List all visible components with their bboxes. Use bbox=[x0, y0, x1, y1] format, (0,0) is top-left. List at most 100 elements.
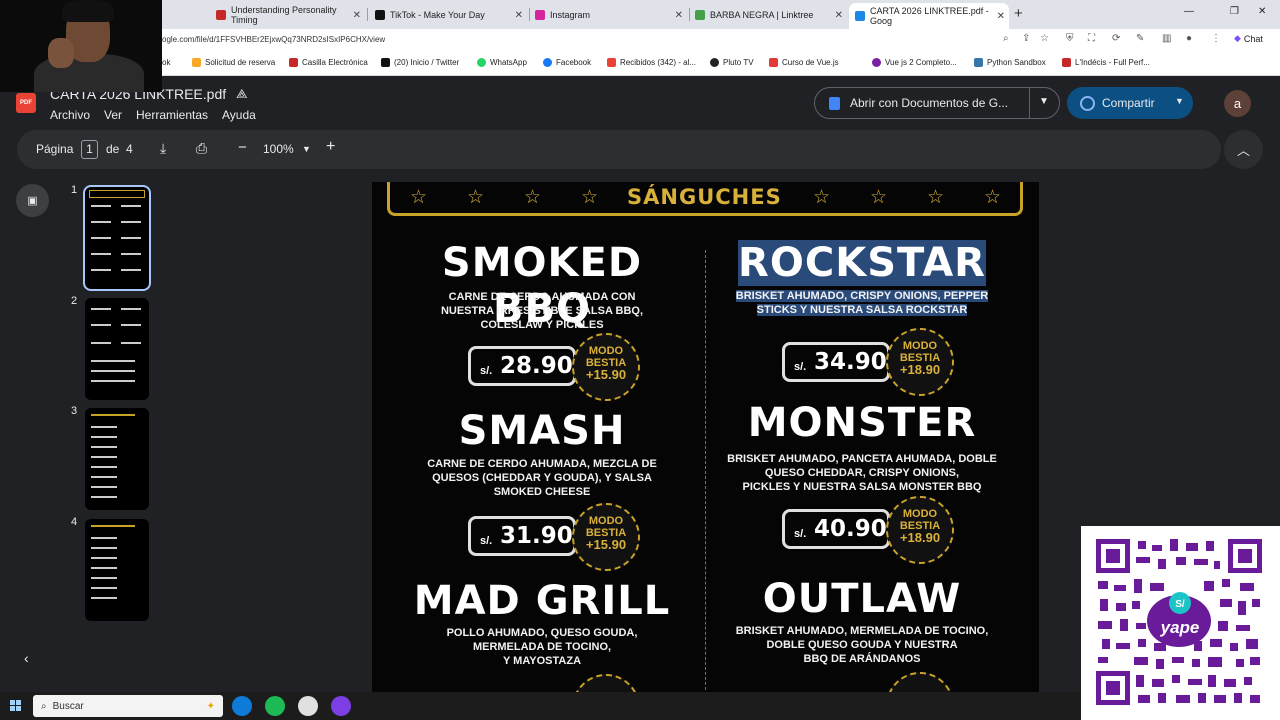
copilot-icon: ◆ bbox=[1234, 33, 1241, 43]
item-name: SMASH bbox=[458, 408, 626, 454]
tab-favicon-icon bbox=[216, 10, 226, 20]
close-icon[interactable]: ✕ bbox=[515, 10, 523, 21]
minimize-icon[interactable]: — bbox=[1184, 6, 1194, 17]
sync-icon[interactable]: ⟳ bbox=[1112, 33, 1120, 44]
caret-down-icon[interactable]: ▼ bbox=[1039, 96, 1049, 107]
bookmark-item[interactable]: Vue js 2 Completo... bbox=[872, 58, 957, 67]
bookmark-label: Curso de Vue.js bbox=[782, 58, 839, 67]
item-description: BRISKET AHUMADO, MERMELADA DE TOCINO, DO… bbox=[735, 625, 989, 665]
item-description: BRISKET AHUMADO, CRISPY ONIONS, PEPPER S… bbox=[712, 289, 1012, 317]
more-menu-icon[interactable]: ⋮ bbox=[1211, 33, 1221, 44]
close-icon[interactable]: ✕ bbox=[675, 10, 683, 21]
download-icon[interactable]: ⤓ bbox=[160, 140, 166, 157]
profile-icon[interactable]: ● bbox=[1186, 33, 1192, 44]
browser-tab[interactable]: TikTok - Make Your Day ✕ bbox=[369, 4, 527, 26]
caret-down-icon[interactable]: ▼ bbox=[1175, 96, 1184, 106]
total-pages: 4 bbox=[126, 142, 133, 156]
url-field[interactable]: ogle.com/file/d/1FFSVHBEr2EjxwQq73NRD2sI… bbox=[162, 35, 385, 44]
menu-herramientas[interactable]: Herramientas bbox=[136, 108, 208, 122]
chevron-up-icon[interactable]: ︿ bbox=[1224, 130, 1263, 169]
windows-start-icon[interactable] bbox=[10, 700, 22, 712]
shield-icon[interactable]: ⛨ bbox=[1066, 33, 1074, 44]
edge-icon[interactable] bbox=[232, 696, 252, 716]
restore-icon[interactable]: ❐ bbox=[1230, 6, 1239, 17]
bookmark-item[interactable]: Facebook bbox=[543, 58, 591, 67]
tab-label: TikTok - Make Your Day bbox=[390, 10, 485, 20]
zoom-in-button[interactable]: + bbox=[326, 138, 335, 156]
bookmark-item[interactable]: ok bbox=[162, 58, 170, 67]
chat-button[interactable]: ◆ Chat bbox=[1234, 33, 1263, 44]
currency-label: s/. bbox=[794, 528, 807, 540]
chevron-left-icon[interactable]: ‹ bbox=[24, 650, 29, 666]
price-amount: 28.90 bbox=[500, 353, 573, 379]
close-icon[interactable]: ✕ bbox=[835, 10, 843, 21]
zoom-out-button[interactable]: − bbox=[238, 139, 247, 156]
bookmark-item[interactable]: Solicitud de reserva bbox=[192, 58, 275, 67]
price-amount: 31.90 bbox=[500, 523, 573, 549]
chrome-icon[interactable] bbox=[298, 696, 318, 716]
page-thumbnail[interactable] bbox=[85, 408, 149, 510]
bookmarks-bar: ok Solicitud de reserva Casilla Electrón… bbox=[0, 51, 1280, 76]
page-thumbnail[interactable] bbox=[85, 519, 149, 621]
item-description-text: BRISKET AHUMADO, CRISPY ONIONS, PEPPER S… bbox=[735, 290, 989, 316]
zoom-level[interactable]: 100% bbox=[263, 142, 294, 156]
menu-ayuda[interactable]: Ayuda bbox=[222, 108, 256, 122]
browser-tab-active[interactable]: CARTA 2026 LINKTREE.pdf - Goog ✕ bbox=[849, 3, 1009, 29]
bookmark-item[interactable]: Recibidos (342) - al... bbox=[607, 58, 696, 67]
item-description: CARNE DE CERDO AHUMADA CON NUESTRA IRRES… bbox=[440, 291, 644, 331]
bookmark-item[interactable]: (20) Inicio / Twitter bbox=[381, 58, 459, 67]
star-icon: ☆ bbox=[524, 187, 542, 208]
browser-tab[interactable]: Instagram ✕ bbox=[529, 4, 687, 26]
modo-bestia-badge: MODO BESTIA +15.90 bbox=[572, 333, 640, 401]
sidebar-icon[interactable]: ▥ bbox=[1162, 33, 1171, 44]
item-name: MONSTER bbox=[747, 400, 977, 446]
extensions-icon[interactable]: ✎ bbox=[1136, 33, 1144, 44]
share-page-icon[interactable]: ⇪ bbox=[1022, 33, 1030, 44]
bookmark-item[interactable]: Pluto TV bbox=[710, 58, 754, 67]
share-button[interactable]: Compartir ▼ bbox=[1067, 87, 1193, 119]
screenshot-icon[interactable]: ⛶ bbox=[1088, 33, 1095, 44]
bookmark-star-icon[interactable]: ☆ bbox=[1040, 33, 1049, 44]
bookmark-item[interactable]: WhatsApp bbox=[477, 58, 527, 67]
close-window-icon[interactable]: ✕ bbox=[1258, 6, 1266, 17]
taskbar-search[interactable]: ⌕ Buscar ✦ bbox=[33, 695, 223, 717]
facebook-icon bbox=[543, 58, 552, 67]
page-thumbnail[interactable] bbox=[83, 185, 151, 291]
close-icon[interactable]: ✕ bbox=[997, 11, 1005, 22]
browser-tab-strip: Understanding Personality Timing ✕ TikTo… bbox=[0, 0, 1280, 29]
menu-ver[interactable]: Ver bbox=[104, 108, 122, 122]
bookmark-item[interactable]: Python Sandbox bbox=[974, 58, 1046, 67]
bookmark-item[interactable]: L'Indécis - Full Perf... bbox=[1062, 58, 1150, 67]
page-number-input[interactable]: 1 bbox=[81, 140, 98, 159]
modo-bestia-badge: MODO BESTIA +18.90 bbox=[886, 328, 954, 396]
app-icon[interactable] bbox=[331, 696, 351, 716]
menu-archivo[interactable]: Archivo bbox=[50, 108, 90, 122]
item-description: BRISKET AHUMADO, PANCETA AHUMADA, DOBLE … bbox=[727, 453, 997, 493]
thumbnail-number: 4 bbox=[71, 516, 78, 528]
modo-bestia-badge: MODO BESTIA +18.90 bbox=[886, 496, 954, 564]
avatar[interactable]: a bbox=[1224, 90, 1251, 117]
close-icon[interactable]: ✕ bbox=[353, 10, 361, 21]
modo-bestia-badge: MODO BESTIA +15.90 bbox=[572, 503, 640, 571]
instagram-icon bbox=[535, 10, 545, 20]
thumbnail-number: 2 bbox=[71, 295, 78, 307]
print-icon[interactable]: ⎙ bbox=[196, 140, 207, 157]
bookmark-label: Python Sandbox bbox=[987, 58, 1046, 67]
bestia-label: MODO BESTIA bbox=[899, 340, 941, 364]
bookmark-item[interactable]: Casilla Electrónica bbox=[289, 58, 368, 67]
browser-tab[interactable]: BARBA NEGRA | Linktree ✕ bbox=[689, 4, 847, 26]
add-shortcut-icon[interactable]: ⟁ bbox=[236, 86, 248, 102]
open-with-button[interactable]: Abrir con Documentos de G... ▼ bbox=[814, 87, 1060, 119]
bookmark-item[interactable]: Curso de Vue.js bbox=[769, 58, 839, 67]
page-thumbnail[interactable] bbox=[85, 298, 149, 400]
search-icon[interactable]: ⌕ bbox=[1003, 33, 1009, 44]
x-icon bbox=[381, 58, 390, 67]
browser-tab[interactable]: Understanding Personality Timing ✕ bbox=[210, 4, 365, 26]
bestia-price: +15.90 bbox=[585, 537, 627, 552]
zoom-dropdown-icon[interactable]: ▼ bbox=[302, 144, 311, 154]
new-tab-button[interactable]: + bbox=[1014, 5, 1023, 22]
item-description: POLLO AHUMADO, QUESO GOUDA, MERMELADA DE… bbox=[446, 627, 638, 667]
image-icon[interactable]: ▣ bbox=[16, 184, 49, 217]
of-label: de bbox=[106, 142, 120, 156]
spotify-icon[interactable] bbox=[265, 696, 285, 716]
